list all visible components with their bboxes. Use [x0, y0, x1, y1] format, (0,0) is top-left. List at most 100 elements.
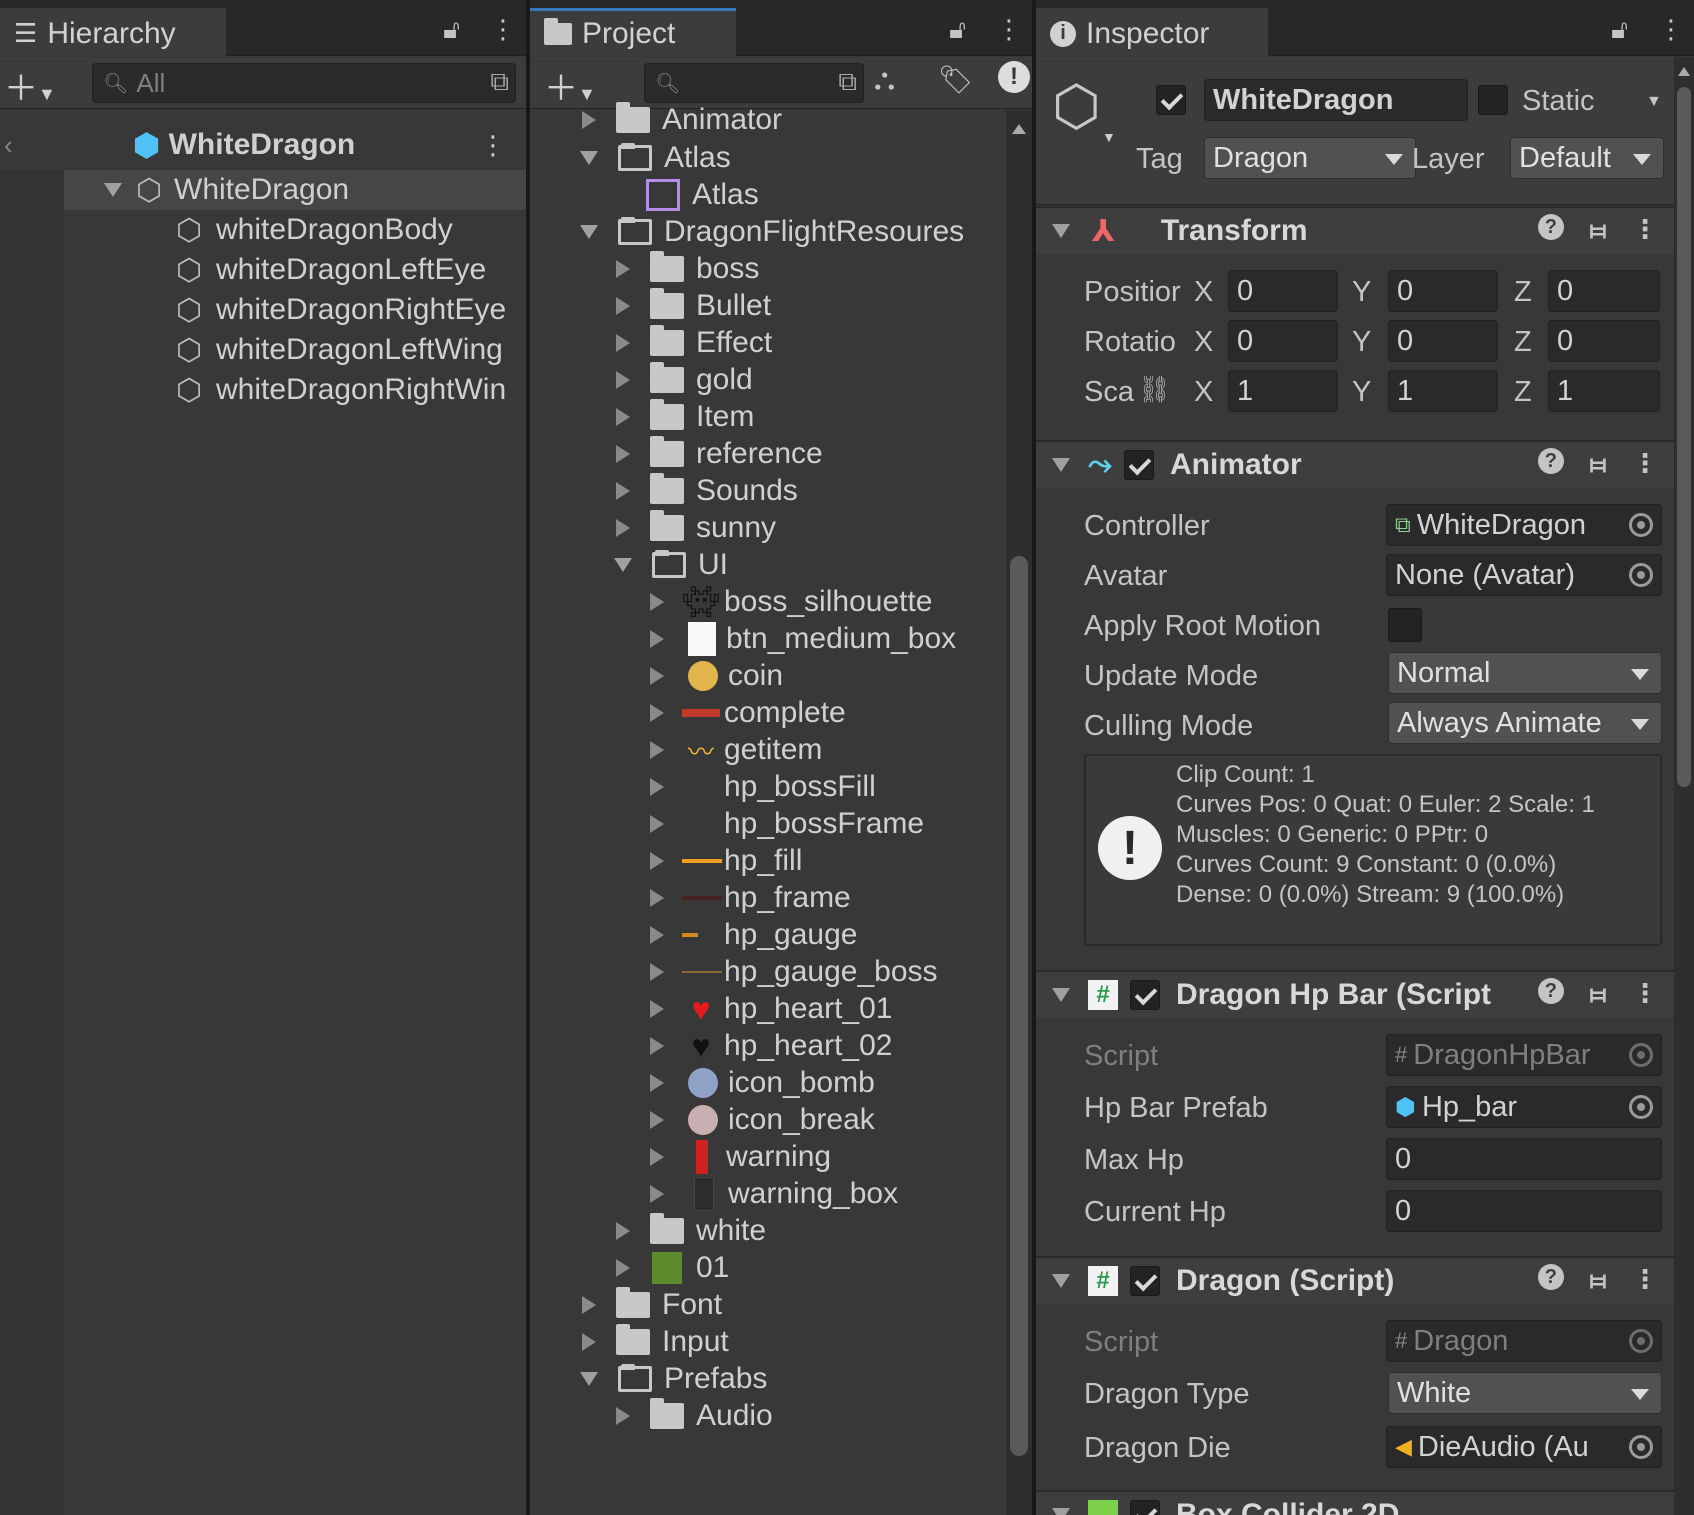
collapsed-arrow-icon[interactable] — [616, 408, 630, 426]
collapsed-arrow-icon[interactable] — [616, 482, 630, 500]
collapsed-arrow-icon[interactable] — [650, 1074, 664, 1092]
collapsed-arrow-icon[interactable] — [650, 1000, 664, 1018]
back-arrow-icon[interactable]: ‹ — [4, 130, 13, 161]
static-checkbox[interactable] — [1478, 85, 1508, 115]
object-name-field[interactable]: WhiteDragon — [1204, 79, 1468, 121]
tree-item[interactable]: boss — [530, 249, 1002, 289]
tree-item[interactable]: warning — [530, 1137, 1002, 1177]
create-button[interactable]: ＋▼ — [4, 61, 56, 110]
hierarchy-child-item[interactable]: ⬡ whiteDragonRightWin — [0, 370, 526, 410]
object-picker-icon[interactable] — [1629, 1435, 1653, 1459]
collapsed-arrow-icon[interactable] — [650, 852, 664, 870]
gameobject-cube-icon[interactable]: ⬡ — [1052, 73, 1101, 139]
expand-arrow-icon[interactable] — [104, 183, 122, 197]
scrollbar-thumb[interactable] — [1010, 556, 1028, 1456]
collapsed-arrow-icon[interactable] — [616, 1407, 630, 1425]
dragon-die-field[interactable]: ◀ DieAudio (Au — [1386, 1426, 1662, 1468]
tree-item[interactable]: Audio — [530, 1396, 1002, 1436]
scale-z-field[interactable]: 1 — [1548, 370, 1660, 412]
tree-item[interactable]: sunny — [530, 508, 1002, 548]
collapsed-arrow-icon[interactable] — [616, 297, 630, 315]
presets-icon[interactable]: ⧦ — [1590, 1264, 1606, 1296]
hierarchy-child-item[interactable]: ⬡ whiteDragonBody — [0, 210, 526, 250]
collapsed-arrow-icon[interactable] — [650, 630, 664, 648]
position-x-field[interactable]: 0 — [1228, 270, 1338, 312]
tree-item[interactable]: Atlas — [530, 138, 1002, 178]
help-icon[interactable]: ? — [1537, 1264, 1564, 1290]
collapsed-arrow-icon[interactable] — [650, 926, 664, 944]
tree-item[interactable]: Effect — [530, 323, 1002, 363]
collapsed-arrow-icon[interactable] — [650, 593, 664, 611]
rotation-x-field[interactable]: 0 — [1228, 320, 1338, 362]
tree-item[interactable]: UI — [530, 545, 1002, 585]
expand-arrow-icon[interactable] — [580, 225, 598, 239]
constrain-proportions-icon[interactable]: ⛓ — [1138, 374, 1171, 405]
dragon-type-dropdown[interactable]: White — [1388, 1372, 1662, 1414]
filter-by-type-icon[interactable]: ⛬ — [874, 63, 895, 97]
max-hp-field[interactable]: 0 — [1386, 1138, 1662, 1180]
kebab-menu-icon[interactable]: ⋮ — [1632, 978, 1658, 1010]
active-checkbox[interactable] — [1156, 85, 1186, 115]
controller-field[interactable]: ⧉ WhiteDragon — [1386, 504, 1662, 546]
update-mode-dropdown[interactable]: Normal — [1388, 652, 1662, 694]
tree-item[interactable]: hp_gauge_boss — [530, 952, 1002, 992]
lock-icon[interactable]: 🔓︎ — [443, 14, 460, 46]
kebab-menu-icon[interactable]: ⋮ — [1658, 14, 1684, 46]
foldout-arrow-icon[interactable] — [1052, 988, 1070, 1002]
search-options-icon[interactable]: ⧉ — [490, 66, 509, 98]
tag-dropdown[interactable]: Dragon — [1204, 137, 1416, 179]
presets-icon[interactable]: ⧦ — [1590, 214, 1606, 246]
collapsed-arrow-icon[interactable] — [616, 519, 630, 537]
collapsed-arrow-icon[interactable] — [650, 741, 664, 759]
collapsed-arrow-icon[interactable] — [650, 963, 664, 981]
hierarchy-child-item[interactable]: ⬡ whiteDragonRightEye — [0, 290, 526, 330]
expand-arrow-icon[interactable] — [580, 151, 598, 165]
tree-item[interactable]: Input — [530, 1322, 1002, 1362]
lock-icon[interactable]: 🔓︎ — [1611, 14, 1628, 46]
component-enabled-checkbox[interactable] — [1130, 1500, 1160, 1515]
tree-item[interactable]: Bullet — [530, 286, 1002, 326]
hp-bar-prefab-field[interactable]: ⬢ Hp_bar — [1386, 1086, 1662, 1128]
object-picker-icon[interactable] — [1629, 1095, 1653, 1119]
collapsed-arrow-icon[interactable] — [616, 371, 630, 389]
rotation-y-field[interactable]: 0 — [1388, 320, 1498, 362]
tree-item[interactable]: icon_break — [530, 1100, 1002, 1140]
collapsed-arrow-icon[interactable] — [650, 1148, 664, 1166]
collapsed-arrow-icon[interactable] — [616, 334, 630, 352]
tree-item[interactable]: DragonFlightResoures — [530, 212, 1002, 252]
tree-item[interactable]: complete — [530, 693, 1002, 733]
tree-item[interactable]: Animator — [530, 100, 1002, 140]
tree-item[interactable]: ♥ hp_heart_02 — [530, 1026, 1002, 1066]
foldout-arrow-icon[interactable] — [1052, 1274, 1070, 1288]
culling-mode-dropdown[interactable]: Always Animate — [1388, 702, 1662, 744]
object-picker-icon[interactable] — [1629, 513, 1653, 537]
collapsed-arrow-icon[interactable] — [582, 111, 596, 129]
collapsed-arrow-icon[interactable] — [616, 1259, 630, 1277]
collapsed-arrow-icon[interactable] — [650, 778, 664, 796]
collapsed-arrow-icon[interactable] — [616, 1222, 630, 1240]
chevron-down-icon[interactable]: ▼ — [1102, 129, 1116, 145]
avatar-field[interactable]: None (Avatar) — [1386, 554, 1662, 596]
kebab-menu-icon[interactable]: ⋮ — [1632, 448, 1658, 480]
tree-item[interactable]: icon_bomb — [530, 1063, 1002, 1103]
collapsed-arrow-icon[interactable] — [650, 704, 664, 722]
tree-item[interactable]: ♥ hp_heart_01 — [530, 989, 1002, 1029]
hierarchy-child-item[interactable]: ⬡ whiteDragonLeftWing — [0, 330, 526, 370]
tree-item[interactable]: gold — [530, 360, 1002, 400]
tree-item[interactable]: 01 — [530, 1248, 1002, 1288]
dragon-script-header[interactable]: # Dragon (Script) ? ⧦ ⋮ — [1036, 1256, 1674, 1304]
component-enabled-checkbox[interactable] — [1130, 980, 1160, 1010]
scrollbar-thumb[interactable] — [1677, 87, 1691, 787]
project-scrollbar[interactable] — [1006, 110, 1032, 1515]
collapsed-arrow-icon[interactable] — [650, 1111, 664, 1129]
tree-item[interactable]: hp_bossFill — [530, 767, 1002, 807]
apply-root-motion-checkbox[interactable] — [1388, 608, 1422, 642]
search-options-icon[interactable]: ⧉ — [838, 66, 857, 98]
inspector-scrollbar[interactable] — [1674, 57, 1694, 1515]
tree-item[interactable]: hp_fill — [530, 841, 1002, 881]
tree-item[interactable]: Sounds — [530, 471, 1002, 511]
object-picker-icon[interactable] — [1629, 563, 1653, 587]
static-dropdown-icon[interactable]: ▼ — [1646, 93, 1662, 111]
tree-item[interactable]: reference — [530, 434, 1002, 474]
lock-icon[interactable]: 🔓︎ — [949, 14, 966, 46]
